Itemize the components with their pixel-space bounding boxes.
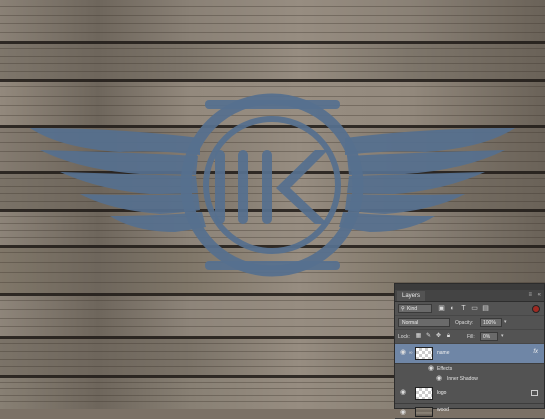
lock-brush-icon[interactable]: ✎ — [425, 332, 432, 341]
inner-shadow-row[interactable]: ◉ Inner Shadow — [395, 374, 544, 384]
blend-mode-select[interactable]: Normal — [398, 318, 450, 327]
type-filter-icon[interactable]: T — [459, 304, 468, 313]
lock-label: Lock: — [398, 334, 410, 340]
opacity-dropdown-icon[interactable]: ▾ — [504, 318, 507, 327]
effects-label: Effects — [437, 366, 453, 372]
effects-row[interactable]: ◉ Effects — [395, 364, 544, 374]
kind-label: Kind — [407, 306, 418, 312]
link-icon: ∞ — [409, 350, 413, 356]
effect-item-inner-shadow: Inner Shadow — [447, 376, 478, 382]
pixel-filter-icon[interactable]: ▣ — [437, 304, 446, 313]
layers-panel: Layers ≡ « ⚲ Kind ▣ ◐ T ▭ ▤ Normal Opaci… — [394, 283, 545, 419]
layer-name[interactable]: logo — [437, 390, 446, 397]
panel-tabs: Layers ≡ « — [395, 290, 544, 302]
filter-toggle[interactable] — [532, 305, 540, 313]
eye-icon[interactable]: ◉ — [399, 389, 407, 397]
eye-icon[interactable]: ◉ — [399, 349, 407, 357]
collapse-icon[interactable]: « — [538, 290, 541, 301]
layer-row-wood[interactable]: ◉ wood — [395, 404, 544, 419]
smart-object-filter-icon[interactable]: ▤ — [481, 304, 490, 313]
kind-filter-select[interactable]: ⚲ Kind — [398, 304, 432, 313]
opacity-label: Opacity: — [455, 320, 474, 326]
layer-thumbnail — [415, 347, 433, 360]
layer-thumbnail — [415, 387, 433, 400]
eye-icon[interactable]: ◉ — [435, 375, 443, 383]
shape-filter-icon[interactable]: ▭ — [470, 304, 479, 313]
layer-name[interactable]: name — [437, 350, 450, 357]
blend-row: Normal Opacity: 100% ▾ — [395, 316, 544, 330]
fx-badge[interactable]: fx — [533, 349, 538, 355]
tab-layers[interactable]: Layers — [397, 291, 426, 301]
eye-icon[interactable]: ◉ — [399, 409, 407, 417]
adjustment-filter-icon[interactable]: ◐ — [448, 304, 457, 313]
fill-label: Fill: — [467, 334, 475, 340]
fill-dropdown-icon[interactable]: ▾ — [501, 332, 504, 341]
panel-menu-icon[interactable]: ≡ — [528, 290, 532, 301]
lock-all-icon[interactable]: 🔒︎ — [445, 332, 452, 341]
fill-input[interactable]: 0% — [480, 332, 498, 341]
lock-transparency-icon[interactable]: ▦ — [415, 332, 422, 341]
lock-row: Lock: ▦ ✎ ✥ 🔒︎ Fill: 0% ▾ — [395, 330, 544, 344]
layer-name[interactable]: wood — [437, 407, 449, 414]
opacity-input[interactable]: 100% — [480, 318, 502, 327]
search-icon: ⚲ — [401, 306, 405, 312]
layer-row-logo[interactable]: ◉ logo — [395, 384, 544, 404]
eye-icon[interactable]: ◉ — [427, 365, 435, 373]
filter-row: ⚲ Kind ▣ ◐ T ▭ ▤ — [395, 302, 544, 316]
layer-row-name[interactable]: ◉ ∞ name fx — [395, 344, 544, 364]
lock-move-icon[interactable]: ✥ — [435, 332, 442, 341]
smart-object-icon — [531, 390, 538, 396]
